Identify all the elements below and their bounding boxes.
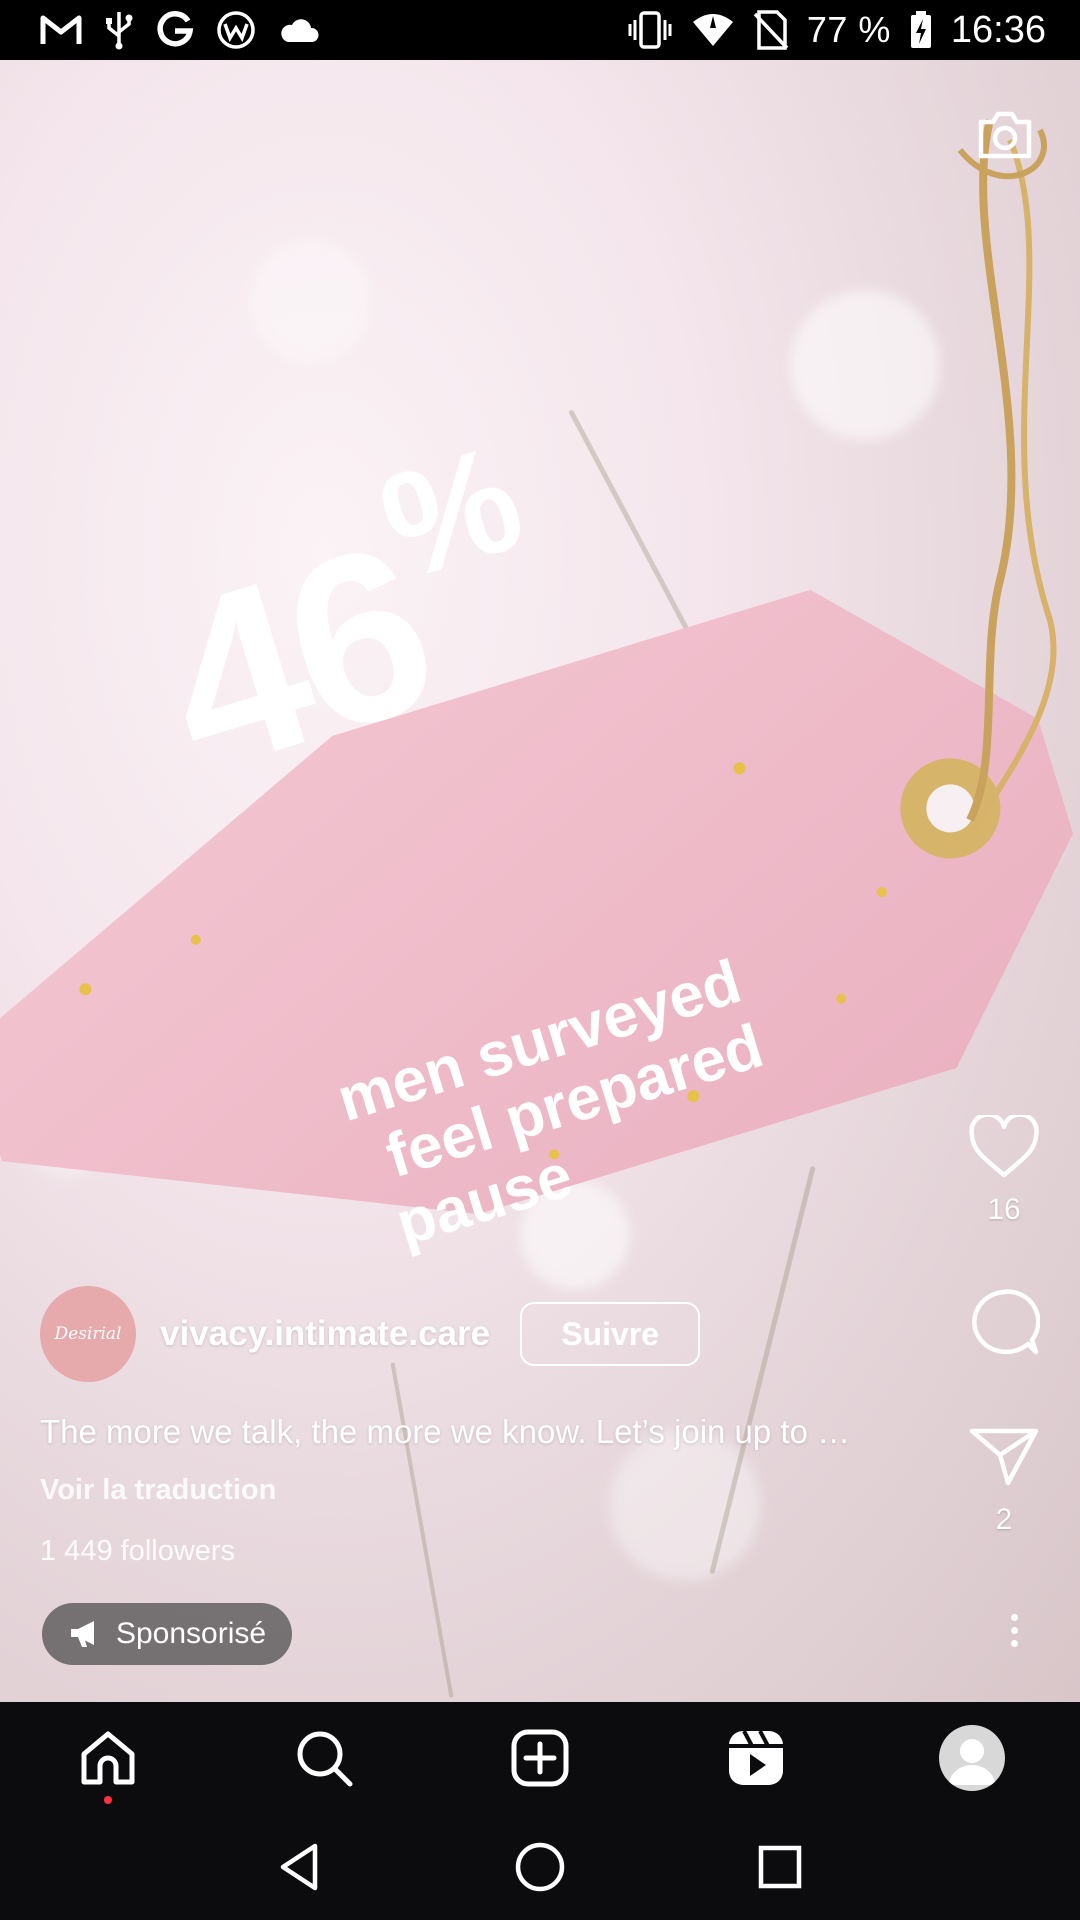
camera-button[interactable]	[970, 100, 1040, 170]
reels-icon	[729, 1730, 783, 1785]
sponsored-badge[interactable]: Sponsorisé	[42, 1603, 292, 1665]
home-circle-icon	[515, 1842, 565, 1892]
post-caption[interactable]: The more we talk, the more we know. Let’…	[40, 1413, 940, 1451]
status-left	[40, 10, 320, 50]
sponsored-label: Sponsorisé	[115, 1617, 267, 1650]
nav-home[interactable]	[58, 1708, 158, 1808]
app-icon	[216, 10, 256, 50]
status-bar: 77 % 16:36	[0, 0, 1080, 60]
wifi-icon	[691, 12, 735, 48]
share-button[interactable]: 2	[956, 1425, 1052, 1537]
instagram-reel-screen: 77 % 16:36 46% men surveyed feel prepare…	[0, 0, 1080, 1920]
like-button[interactable]: 16	[956, 1115, 1052, 1227]
recents-button[interactable]	[745, 1832, 815, 1902]
comment-button[interactable]	[956, 1288, 1052, 1356]
google-icon	[156, 11, 194, 49]
home-system-button[interactable]	[505, 1832, 575, 1902]
vibrate-icon	[627, 10, 673, 50]
nav-reels[interactable]	[706, 1708, 806, 1808]
more-dot	[1010, 1639, 1018, 1647]
default-user-icon	[949, 1739, 995, 1785]
gmail-icon	[40, 13, 82, 47]
author-avatar[interactable]: Desirial	[40, 1286, 136, 1382]
comment-icon	[972, 1289, 1040, 1355]
more-options-button[interactable]	[994, 1600, 1034, 1660]
bottom-navigation	[0, 1702, 1080, 1814]
megaphone-icon	[70, 1621, 94, 1647]
nav-search[interactable]	[274, 1708, 374, 1808]
camera-icon	[978, 111, 1032, 159]
home-icon	[81, 1731, 135, 1785]
gift-tag	[0, 119, 1074, 1215]
nav-profile[interactable]	[922, 1708, 1022, 1808]
cloud-icon	[278, 16, 320, 44]
status-right: 77 % 16:36	[627, 9, 1046, 52]
share-count: 2	[995, 1503, 1013, 1536]
back-triangle-icon	[280, 1843, 318, 1891]
more-dot	[1010, 1613, 1018, 1621]
create-icon	[511, 1729, 569, 1787]
no-sim-icon	[753, 10, 789, 50]
battery-percent: 77 %	[806, 9, 891, 50]
follow-button[interactable]: Suivre	[520, 1302, 701, 1366]
search-icon	[297, 1731, 353, 1787]
profile-avatar	[939, 1725, 1005, 1791]
nav-create[interactable]	[490, 1708, 590, 1808]
system-navigation-bar	[0, 1814, 1080, 1920]
notification-dot	[104, 1796, 112, 1804]
avatar-logo-text: Desirial	[54, 1324, 122, 1344]
more-dot	[1010, 1626, 1018, 1634]
author-username[interactable]: vivacy.intimate.care	[160, 1314, 490, 1354]
battery-charging-icon	[909, 10, 933, 50]
see-translation-link[interactable]: Voir la traduction	[40, 1474, 276, 1507]
followers-count: 1 449 followers	[40, 1535, 236, 1567]
author-row: Desirial vivacy.intimate.care Suivre	[40, 1286, 701, 1382]
clock: 16:36	[950, 8, 1046, 51]
like-count: 16	[987, 1193, 1021, 1226]
recents-square-icon	[758, 1845, 802, 1889]
reel-video[interactable]: 46% men surveyed feel prepared pause	[0, 60, 1080, 1702]
usb-icon	[104, 10, 134, 50]
back-button[interactable]	[265, 1832, 335, 1902]
heart-icon	[969, 1115, 1039, 1178]
send-icon	[969, 1428, 1039, 1486]
